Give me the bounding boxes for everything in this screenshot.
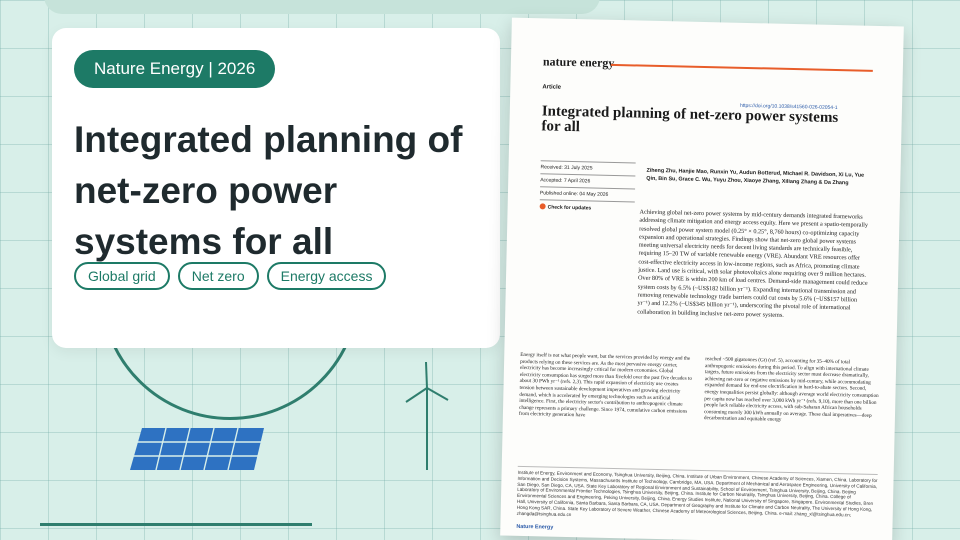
paper-preview: nature energy Article https://doi.org/10… — [500, 17, 904, 540]
paper-journal-name: nature energy — [542, 54, 615, 70]
paper-footer: Nature Energy — [516, 523, 554, 531]
journal-rule — [610, 63, 873, 72]
body-column-right: reached ~500 gigatonnes (Gt) (ref. 5), a… — [703, 356, 879, 424]
paper-section-label: Article — [542, 84, 562, 91]
solar-panel-icon — [130, 427, 264, 471]
paper-dates: Received: 31 July 2025 Accepted: 7 April… — [539, 160, 636, 216]
paper-authors: Ziheng Zhu, Hanjie Mao, Runxin Yu, Audun… — [646, 167, 865, 187]
body-column-left: Energy itself is not what people want, b… — [518, 351, 693, 419]
paper-title: Integrated planning of net-zero power sy… — [541, 103, 839, 136]
paper-affiliations: Institute of Energy, Environment and Eco… — [516, 465, 878, 525]
page-title: Integrated planning of net-zero power sy… — [74, 119, 463, 262]
paper-abstract: Achieving global net-zero power systems … — [637, 208, 869, 319]
wind-turbine-icon — [405, 361, 449, 470]
journal-badge: Nature Energy | 2026 — [74, 50, 276, 88]
tag-list: Global grid Net zero Energy access — [74, 262, 387, 290]
check-updates-link[interactable]: Check for updates — [539, 199, 635, 216]
tag-net-zero[interactable]: Net zero — [177, 262, 259, 290]
paper-body: Energy itself is not what people want, b… — [519, 352, 880, 426]
tag-global-grid[interactable]: Global grid — [74, 262, 170, 290]
decor-baseline — [40, 523, 312, 526]
title-card: Nature Energy | 2026 Integrated planning… — [52, 28, 500, 348]
check-updates-icon — [539, 203, 546, 210]
top-decor-band — [44, 0, 600, 14]
tag-energy-access[interactable]: Energy access — [266, 262, 387, 290]
